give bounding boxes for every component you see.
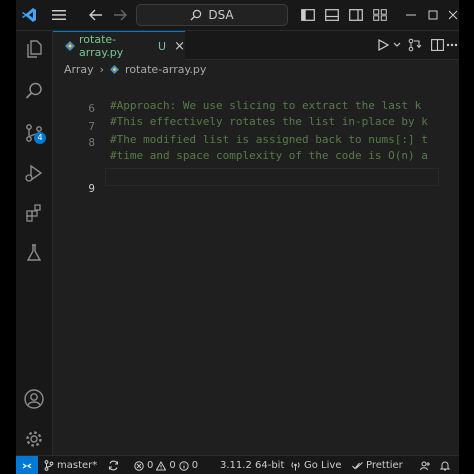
info-icon: [179, 460, 189, 471]
testing-flask-icon[interactable]: [16, 235, 52, 271]
run-dropdown-chevron-icon[interactable]: [391, 31, 403, 59]
title-bar: DSA: [16, 0, 459, 31]
search-text: DSA: [208, 8, 234, 22]
info-count: 0: [191, 460, 199, 471]
prettier-label: Prettier: [366, 460, 403, 471]
warning-count: 0: [169, 460, 176, 471]
double-check-icon: [352, 461, 363, 471]
tab-file-name: rotate-array.py: [79, 33, 124, 59]
open-changes-icon[interactable]: [405, 31, 425, 59]
go-live-status[interactable]: Go Live: [290, 456, 341, 474]
editor-tabs-bar: rotate-array.py U ×: [53, 31, 459, 60]
branch-name: master*: [57, 460, 98, 471]
sync-icon[interactable]: [108, 456, 119, 474]
extensions-icon[interactable]: [16, 195, 52, 231]
tab-git-status: U: [158, 39, 167, 53]
tab-close-icon[interactable]: ×: [174, 39, 185, 54]
tab-rotate-array[interactable]: rotate-array.py U ×: [53, 31, 185, 60]
back-arrow-icon[interactable]: [86, 0, 106, 30]
code-line-current: 9: [53, 169, 459, 195]
remote-indicator-icon[interactable]: [16, 456, 38, 474]
search-icon: [190, 9, 202, 21]
minimize-icon[interactable]: [404, 0, 418, 30]
more-actions-icon[interactable]: [445, 31, 459, 59]
split-editor-icon[interactable]: [427, 31, 447, 59]
manage-gear-icon[interactable]: [16, 421, 52, 457]
command-center-search[interactable]: DSA: [136, 4, 288, 26]
toggle-panel-icon[interactable]: [322, 0, 342, 30]
error-count: 0: [147, 460, 154, 471]
branch-status[interactable]: master*: [44, 456, 97, 474]
problems-status[interactable]: 0 0 0: [134, 456, 198, 474]
accounts-icon[interactable]: [16, 381, 52, 417]
error-icon: [134, 460, 144, 471]
git-branch-icon: [44, 460, 54, 471]
editor-scrollbar[interactable]: [449, 78, 459, 455]
code-editor[interactable]: #Approach: We use slicing to extract the…: [53, 78, 459, 455]
customize-layout-icon[interactable]: [370, 0, 390, 30]
warning-icon: [156, 460, 167, 471]
close-window-icon[interactable]: [446, 0, 459, 30]
maximize-icon[interactable]: [426, 0, 440, 30]
search-activity-icon[interactable]: [16, 73, 52, 109]
forward-arrow-icon[interactable]: [110, 0, 130, 30]
feedback-icon[interactable]: [420, 456, 431, 474]
python-interpreter-status[interactable]: 3.11.2 64-bit: [220, 456, 284, 474]
vscode-logo-icon: [18, 0, 40, 30]
broadcast-icon: [290, 460, 301, 471]
go-live-label: Go Live: [304, 460, 342, 471]
prettier-status[interactable]: Prettier: [352, 456, 403, 474]
line-number: 9: [88, 182, 95, 195]
python-file-icon: [65, 41, 75, 51]
source-control-badge: 4: [34, 132, 46, 144]
toggle-primary-sidebar-icon[interactable]: [298, 0, 318, 30]
code-line: 8 #time and space complexity of the code…: [53, 123, 459, 162]
vscode-window: DSA 4 rotate-array.py U × Array › rotate…: [16, 0, 459, 474]
notifications-bell-icon[interactable]: [440, 456, 450, 474]
source-control-icon[interactable]: 4: [16, 115, 52, 151]
toggle-secondary-sidebar-icon[interactable]: [346, 0, 366, 30]
code-line: 6 #This effectively rotates the list in-…: [53, 89, 459, 128]
menu-icon[interactable]: [48, 0, 70, 30]
explorer-icon[interactable]: [16, 31, 52, 67]
status-bar: master* 0 0 0 3.11.2 64-bit Go Live Pret…: [16, 455, 459, 474]
activity-bar: 4: [16, 31, 53, 455]
run-and-debug-icon[interactable]: [16, 155, 52, 191]
run-python-file-icon[interactable]: [373, 31, 393, 59]
